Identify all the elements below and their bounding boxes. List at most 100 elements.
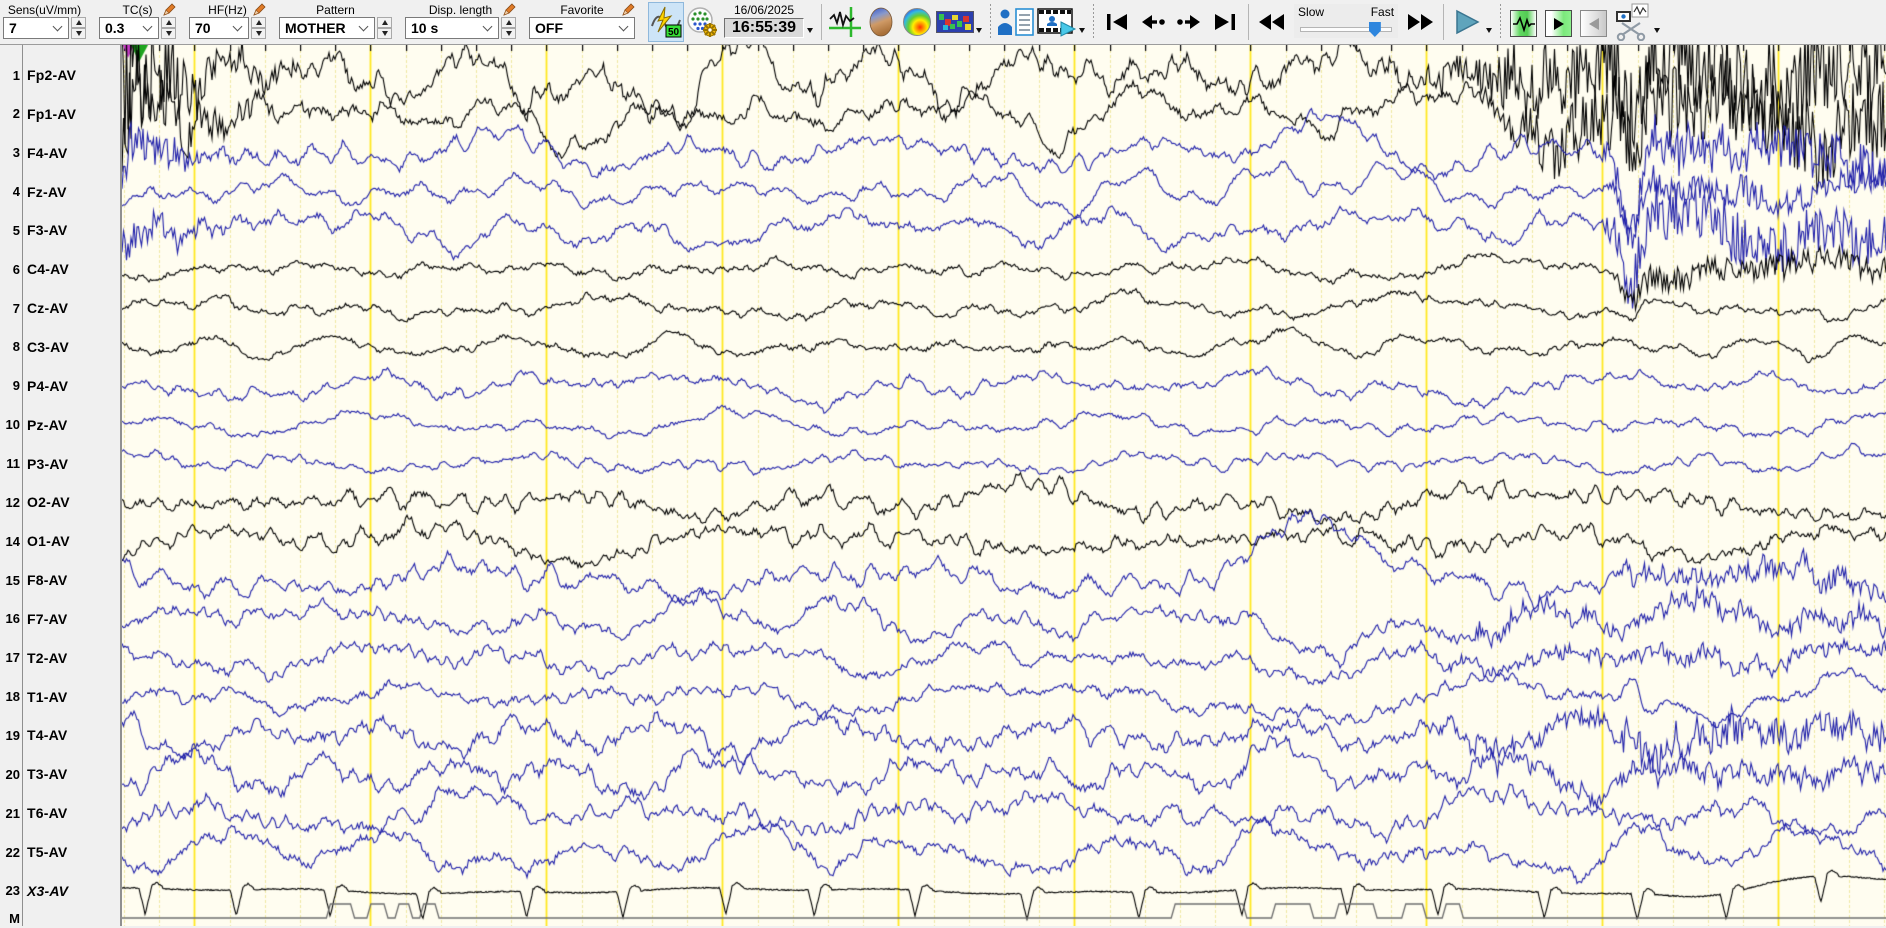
channel-row[interactable]: M xyxy=(0,908,27,928)
play-dropdown-arrow[interactable] xyxy=(1486,28,1493,33)
trend-wave-icon xyxy=(1512,15,1535,33)
channel-row[interactable]: 7 Cz-AV xyxy=(0,298,68,318)
channel-row[interactable]: 23 X3-AV xyxy=(0,881,68,901)
speed-slider[interactable]: Slow Fast xyxy=(1294,4,1399,38)
notch-filter-50-button[interactable]: 50 xyxy=(648,2,684,42)
video-dropdown-arrow[interactable] xyxy=(1079,28,1086,33)
spinner-up-button[interactable] xyxy=(501,17,516,28)
edit-pencil-icon[interactable] xyxy=(163,3,176,16)
speed-slider-thumb[interactable] xyxy=(1368,22,1381,37)
channel-label: O1-AV xyxy=(27,533,70,550)
channel-row[interactable]: 5 F3-AV xyxy=(0,220,67,240)
channel-row[interactable]: 20 T3-AV xyxy=(0,764,68,784)
segment-play-button[interactable] xyxy=(1545,10,1573,37)
channel-row[interactable]: 10 Pz-AV xyxy=(0,415,68,435)
disp-length-field: Disp. length 10 s xyxy=(405,2,516,39)
event-graph-button[interactable] xyxy=(827,2,863,42)
channel-label: C4-AV xyxy=(27,261,69,278)
channel-label: X3-AV xyxy=(27,882,69,899)
segment-back-button[interactable] xyxy=(1580,10,1608,37)
edit-pencil-icon[interactable] xyxy=(622,3,635,16)
channel-row[interactable]: 1 Fp2-AV xyxy=(0,65,76,85)
tc-value: 0.3 xyxy=(105,20,125,36)
tc-label: TC(s) xyxy=(122,2,153,17)
edit-pencil-icon[interactable] xyxy=(503,3,516,16)
datetime-display[interactable]: 16/06/2025 16:55:39 xyxy=(724,3,805,38)
channel-label: F8-AV xyxy=(27,572,68,589)
channel-label: Fp2-AV xyxy=(27,67,77,83)
spinner-up-button[interactable] xyxy=(377,17,392,28)
channel-label: Cz-AV xyxy=(27,300,69,317)
channel-row[interactable]: 4 Fz-AV xyxy=(0,182,67,202)
step-back-button[interactable] xyxy=(1135,2,1171,42)
channel-number: 22 xyxy=(5,844,20,860)
favorite-label: Favorite xyxy=(560,2,604,17)
channel-row[interactable]: 9 P4-AV xyxy=(0,376,68,396)
date-label: 16/06/2025 xyxy=(733,3,795,17)
spinner-down-button[interactable] xyxy=(161,28,176,39)
step-forward-button[interactable] xyxy=(1171,2,1207,42)
electrode-map-settings-button[interactable] xyxy=(684,2,720,42)
channel-number: 21 xyxy=(5,805,20,821)
spinner-down-button[interactable] xyxy=(71,28,86,39)
channel-row[interactable]: 6 C4-AV xyxy=(0,259,69,279)
pattern-combo[interactable]: MOTHER xyxy=(279,17,375,39)
spectrogram-button[interactable] xyxy=(935,2,975,42)
spinner-up-button[interactable] xyxy=(251,17,266,28)
channel-row[interactable]: 21 T6-AV xyxy=(0,803,68,823)
favorite-combo[interactable]: OFF xyxy=(529,17,635,39)
disp-length-combo[interactable]: 10 s xyxy=(405,17,499,39)
edit-pencil-icon[interactable] xyxy=(253,3,266,16)
channel-label: P4-AV xyxy=(27,377,69,394)
head-3d-button[interactable] xyxy=(863,2,899,42)
channel-number: 17 xyxy=(5,650,20,666)
hf-combo[interactable]: 70 xyxy=(189,17,249,39)
play-button[interactable] xyxy=(1449,2,1485,42)
channel-row[interactable]: 8 C3-AV xyxy=(0,337,69,357)
spinner-up-button[interactable] xyxy=(71,17,86,28)
datetime-dropdown-arrow[interactable] xyxy=(807,28,814,33)
sens-combo[interactable]: 7 xyxy=(3,17,69,39)
pattern-label: Pattern xyxy=(316,2,355,17)
channel-row[interactable]: 17 T2-AV xyxy=(0,648,68,668)
channel-number: M xyxy=(9,910,20,926)
cut-dropdown-arrow[interactable] xyxy=(1654,28,1661,33)
video-cut-button[interactable] xyxy=(1611,2,1653,42)
speed-slider-track[interactable] xyxy=(1298,21,1394,37)
channel-row[interactable]: 14 O1-AV xyxy=(0,531,70,551)
tc-combo[interactable]: 0.3 xyxy=(99,17,159,39)
patient-info-button[interactable] xyxy=(996,2,1036,42)
channel-number: 9 xyxy=(12,378,20,394)
channel-row[interactable]: 11 P3-AV xyxy=(0,454,68,474)
channel-row[interactable]: 3 F4-AV xyxy=(0,143,67,163)
channel-number: 3 xyxy=(12,145,20,161)
channel-row[interactable]: 18 T1-AV xyxy=(0,687,68,707)
fast-forward-icon xyxy=(1408,14,1434,30)
trend-wave-button[interactable] xyxy=(1510,10,1538,37)
separator xyxy=(1500,4,1502,40)
channel-row[interactable]: 12 O2-AV xyxy=(0,492,70,512)
skip-to-end-button[interactable] xyxy=(1207,2,1243,42)
topo-map-button[interactable] xyxy=(899,2,935,42)
maps-dropdown-arrow[interactable] xyxy=(976,28,983,33)
channel-row[interactable]: 19 T4-AV xyxy=(0,725,68,745)
channel-row[interactable]: 16 F7-AV xyxy=(0,609,68,629)
channel-number: 15 xyxy=(5,572,20,588)
skip-to-start-button[interactable] xyxy=(1099,2,1135,42)
channel-row[interactable]: 2 Fp1-AV xyxy=(0,104,76,124)
spinner-down-button[interactable] xyxy=(377,28,392,39)
channel-row[interactable]: 22 T5-AV xyxy=(0,842,68,862)
spinner-up-button[interactable] xyxy=(161,17,176,28)
notch-filter-50-icon: 50 xyxy=(651,6,682,38)
channel-number: 23 xyxy=(5,883,20,899)
channel-label: P3-AV xyxy=(27,455,69,472)
eeg-trace-area[interactable] xyxy=(122,45,1886,926)
video-play-button[interactable] xyxy=(1036,2,1078,42)
spinner-down-button[interactable] xyxy=(251,28,266,39)
channel-row[interactable]: 15 F8-AV xyxy=(0,570,68,590)
sens-label: Sens(uV/mm) xyxy=(7,2,82,17)
fast-forward-button[interactable] xyxy=(1402,2,1438,42)
rewind-button[interactable] xyxy=(1254,2,1290,42)
channel-number: 14 xyxy=(5,533,20,549)
spinner-down-button[interactable] xyxy=(501,28,516,39)
